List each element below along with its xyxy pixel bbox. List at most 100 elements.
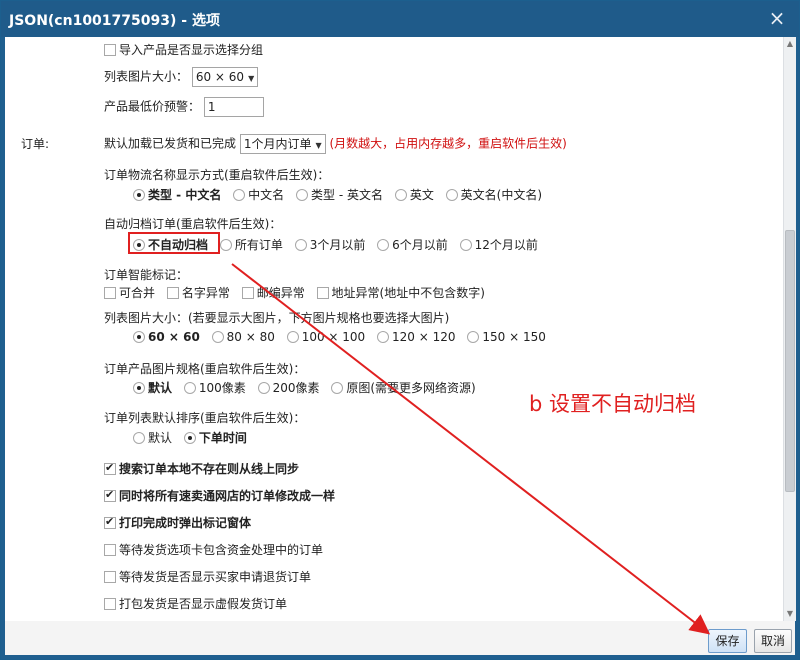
radio-icon bbox=[133, 239, 145, 251]
product-image-option[interactable]: 原图(需要更多网络资源) bbox=[331, 381, 476, 395]
sort-option-default[interactable]: 默认 bbox=[133, 431, 172, 445]
scroll-up-icon[interactable]: ▲ bbox=[784, 37, 796, 51]
default-load-select[interactable]: 1个月内订单 ▼ bbox=[239, 134, 326, 154]
import-group-row: 导入产品是否显示选择分组 bbox=[104, 41, 263, 58]
radio-icon bbox=[331, 382, 344, 394]
radio-icon bbox=[445, 189, 458, 201]
default-load-label: 默认加载已发货和已完成 bbox=[104, 136, 237, 151]
min-price-row: 产品最低价预警： 1 bbox=[104, 97, 264, 117]
smart-tags-label: 订单智能标记： bbox=[104, 268, 189, 282]
cancel-button[interactable]: 取消 bbox=[754, 629, 792, 653]
archive-label: 自动归档订单(重启软件后生效)： bbox=[104, 217, 282, 231]
list-image-value: 60 × 60 bbox=[195, 70, 245, 84]
product-image-option[interactable]: 200像素 bbox=[257, 381, 319, 395]
logistics-option[interactable]: 英文名(中文名) bbox=[445, 188, 542, 202]
save-button[interactable]: 保存 bbox=[708, 629, 747, 653]
radio-icon bbox=[257, 382, 270, 394]
logistics-option[interactable]: 中文名 bbox=[233, 188, 284, 202]
vertical-scrollbar[interactable]: ▲ ▼ bbox=[783, 37, 796, 621]
radio-icon bbox=[294, 239, 307, 251]
default-load-hint: (月数越大，占用内存越多，重启软件后生效) bbox=[329, 136, 567, 151]
radio-icon bbox=[296, 189, 309, 201]
orders-section-label: 订单: bbox=[21, 137, 50, 151]
smart-tag-option[interactable]: 邮编异常 bbox=[241, 286, 305, 300]
checkbox-icon bbox=[104, 571, 116, 583]
checkbox-icon bbox=[104, 544, 116, 556]
options-dialog: JSON(cn1001775093) - 选项 × 导入产品是否显示选择分组 列… bbox=[0, 0, 800, 660]
options-content: 导入产品是否显示选择分组 列表图片大小： 60 × 60 ▼ 产品最低价预警： 1… bbox=[5, 37, 783, 621]
radio-icon bbox=[459, 239, 472, 251]
order-list-image-options: 60 × 60 80 × 80 100 × 100 120 × 120 150 … bbox=[133, 330, 554, 344]
radio-icon bbox=[233, 189, 246, 201]
radio-icon bbox=[377, 331, 390, 343]
order-list-image-label: 列表图片大小：(若要显示大图片，下方图片规格也要选择大图片) bbox=[104, 311, 450, 325]
archive-options: 不自动归档 所有订单 3个月以前 6个月以前 12个月以前 bbox=[133, 236, 546, 253]
smart-tags-options: 可合并 名字异常 邮编异常 地址异常(地址中不包含数字) bbox=[104, 284, 493, 301]
radio-icon bbox=[211, 331, 224, 343]
check-funds-processing[interactable]: 等待发货选项卡包含资金处理中的订单 bbox=[104, 541, 323, 558]
list-image-row: 列表图片大小： 60 × 60 ▼ bbox=[104, 67, 259, 87]
list-image-option[interactable]: 120 × 120 bbox=[377, 330, 456, 344]
product-image-option[interactable]: 默认 bbox=[133, 381, 172, 395]
list-image-option[interactable]: 80 × 80 bbox=[211, 330, 275, 344]
archive-option-none[interactable]: 不自动归档 bbox=[133, 238, 208, 252]
title-bar: JSON(cn1001775093) - 选项 × bbox=[1, 1, 799, 37]
checkbox-icon bbox=[104, 488, 116, 502]
smart-tag-option[interactable]: 名字异常 bbox=[166, 286, 230, 300]
archive-option-all[interactable]: 所有订单 bbox=[219, 238, 283, 252]
scroll-down-icon[interactable]: ▼ bbox=[784, 607, 796, 621]
import-group-label: 导入产品是否显示选择分组 bbox=[119, 43, 264, 57]
radio-icon bbox=[377, 239, 390, 251]
logistics-option[interactable]: 英文 bbox=[394, 188, 434, 202]
list-image-label: 列表图片大小： bbox=[104, 69, 189, 84]
sort-label: 订单列表默认排序(重启软件后生效)： bbox=[104, 411, 306, 425]
checkbox-icon bbox=[166, 287, 179, 299]
default-load-row: 默认加载已发货和已完成 1个月内订单 ▼ (月数越大，占用内存越多，重启软件后生效… bbox=[104, 134, 567, 154]
product-image-option[interactable]: 100像素 bbox=[183, 381, 246, 395]
chevron-down-icon: ▼ bbox=[315, 141, 322, 150]
radio-icon bbox=[286, 331, 299, 343]
sort-options: 默认 下单时间 bbox=[133, 429, 255, 446]
close-icon[interactable]: × bbox=[765, 7, 789, 31]
checkbox-icon bbox=[241, 287, 254, 299]
radio-icon bbox=[133, 189, 145, 201]
list-image-option[interactable]: 60 × 60 bbox=[133, 330, 200, 344]
archive-option-12m[interactable]: 12个月以前 bbox=[459, 238, 538, 252]
check-sync-stores[interactable]: 同时将所有速卖通网店的订单修改成一样 bbox=[104, 487, 335, 504]
radio-icon bbox=[219, 239, 232, 251]
logistics-option[interactable]: 类型 - 英文名 bbox=[296, 188, 383, 202]
radio-icon bbox=[394, 189, 407, 201]
archive-option-6m[interactable]: 6个月以前 bbox=[377, 238, 448, 252]
product-image-options: 默认 100像素 200像素 原图(需要更多网络资源) bbox=[133, 379, 484, 396]
archive-option-3m[interactable]: 3个月以前 bbox=[294, 238, 365, 252]
list-image-option[interactable]: 150 × 150 bbox=[467, 330, 546, 344]
checkbox-icon bbox=[104, 287, 116, 299]
chevron-down-icon: ▼ bbox=[248, 74, 255, 83]
check-fake-shipping[interactable]: 打包发货是否显示虚假发货订单 bbox=[104, 595, 287, 612]
logistics-option[interactable]: 类型 - 中文名 bbox=[133, 188, 221, 202]
default-load-value: 1个月内订单 bbox=[243, 137, 312, 151]
import-group-checkbox[interactable] bbox=[104, 44, 116, 56]
list-image-select[interactable]: 60 × 60 ▼ bbox=[191, 67, 259, 87]
logistics-label: 订单物流名称显示方式(重启软件后生效)： bbox=[104, 168, 330, 182]
logistics-options: 类型 - 中文名 中文名 类型 - 英文名 英文 英文名(中文名) bbox=[133, 186, 550, 203]
list-image-option[interactable]: 100 × 100 bbox=[286, 330, 365, 344]
checkbox-icon bbox=[104, 515, 116, 529]
radio-icon bbox=[133, 331, 145, 343]
dialog-body: 导入产品是否显示选择分组 列表图片大小： 60 × 60 ▼ 产品最低价预警： 1… bbox=[5, 37, 796, 655]
checkbox-icon bbox=[104, 461, 116, 475]
check-print-popup[interactable]: 打印完成时弹出标记窗体 bbox=[104, 514, 251, 531]
radio-icon bbox=[183, 432, 196, 444]
radio-icon bbox=[133, 432, 145, 444]
sort-option-order-time[interactable]: 下单时间 bbox=[183, 431, 247, 445]
smart-tag-option[interactable]: 可合并 bbox=[104, 286, 155, 300]
check-buyer-refund[interactable]: 等待发货是否显示买家申请退货订单 bbox=[104, 568, 311, 585]
smart-tag-option[interactable]: 地址异常(地址中不包含数字) bbox=[316, 286, 485, 300]
radio-icon bbox=[133, 382, 145, 394]
min-price-input[interactable]: 1 bbox=[203, 97, 264, 117]
product-image-label: 订单产品图片规格(重启软件后生效)： bbox=[104, 362, 306, 376]
scroll-thumb[interactable] bbox=[785, 230, 795, 492]
radio-icon bbox=[183, 382, 196, 394]
min-price-label: 产品最低价预警： bbox=[104, 99, 201, 114]
check-sync-online[interactable]: 搜索订单本地不存在则从线上同步 bbox=[104, 460, 299, 477]
